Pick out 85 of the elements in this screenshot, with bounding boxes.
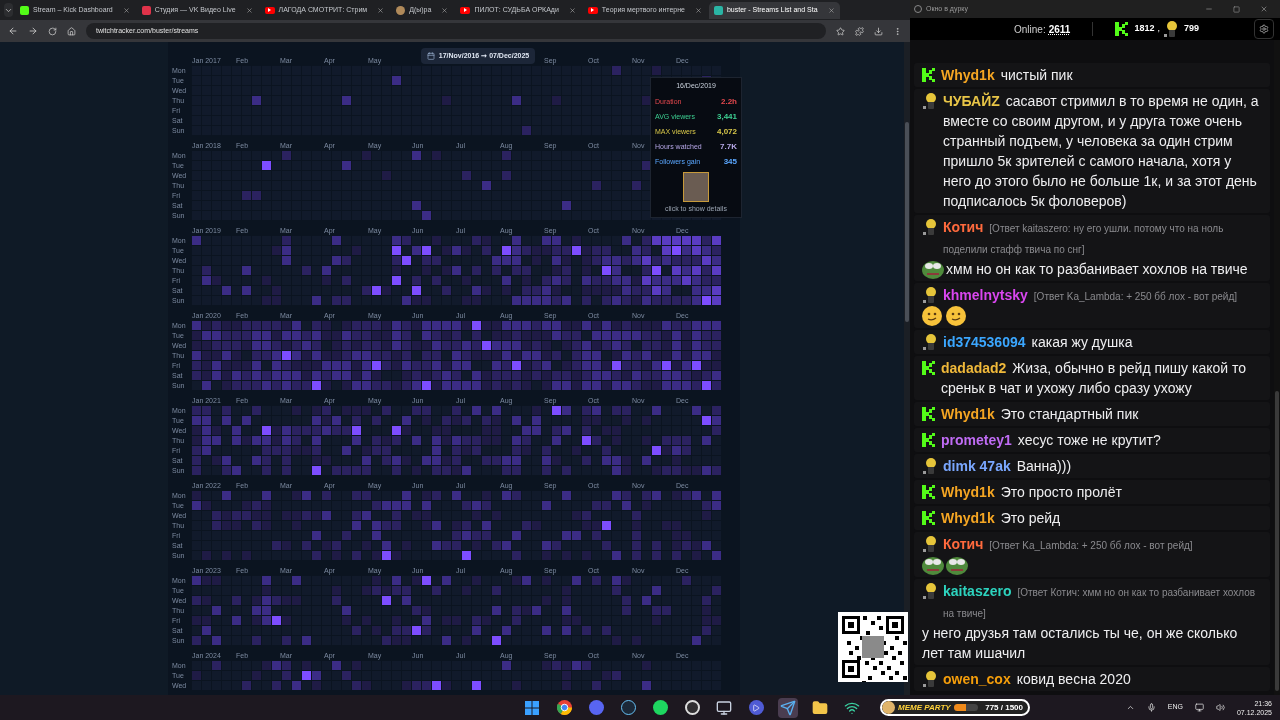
kick-count: 1812 bbox=[1134, 22, 1155, 36]
close-icon[interactable] bbox=[441, 6, 449, 14]
calendar-icon bbox=[426, 52, 435, 60]
stat-value: 4,072 bbox=[716, 126, 737, 138]
message-text: dadadad2 Жиза, обычно в рейд пишу какой то среньк в чат и ухожу либо сразу ухожу bbox=[941, 359, 1247, 398]
meme-party-widget[interactable]: MEME PARTY 775 / 1500 bbox=[880, 699, 1030, 716]
online-label: Online: bbox=[1014, 22, 1046, 37]
message-text: owen_cox ковид весна 2020 bbox=[943, 670, 1132, 689]
frog-emote-icon bbox=[946, 555, 968, 575]
reply-header: khmelnytsky [Ответ Ka_Lambda: + 250 бб лох - вот рейд] bbox=[943, 286, 1239, 305]
smirk-emoji-icon bbox=[922, 306, 942, 326]
play-logo-icon bbox=[587, 6, 598, 14]
reply-header: kaitaszero [Ответ Котич: хмм но он как то разбанивает хохлов на твиче] bbox=[943, 582, 1257, 621]
reload-icon[interactable] bbox=[48, 26, 57, 36]
settings-button[interactable] bbox=[1254, 19, 1274, 39]
figure-badge-icon bbox=[922, 93, 938, 109]
dog-avatar-icon bbox=[882, 701, 895, 714]
vk-logo-icon bbox=[141, 5, 151, 15]
message-text: у него друзья там остались ты че, он же сколько лет там ишачил bbox=[922, 624, 1239, 663]
play-logo-icon bbox=[460, 6, 471, 14]
chevron-up-icon[interactable] bbox=[1125, 703, 1135, 712]
back-icon[interactable] bbox=[8, 26, 18, 36]
figure-badge-icon bbox=[922, 583, 938, 599]
message-text: prometey1 хесус тоже не крутит? bbox=[941, 431, 1162, 450]
stat-value: 7.7K bbox=[720, 141, 737, 153]
volume-icon[interactable] bbox=[1215, 703, 1225, 712]
qr-code-drawing bbox=[838, 612, 908, 682]
figure-badge-icon bbox=[922, 671, 938, 687]
kick-badge-icon bbox=[922, 361, 935, 375]
stat-value: 345 bbox=[723, 156, 737, 168]
message-text: Whyd1k чистый пик bbox=[941, 66, 1074, 85]
widget-count: 775 / 1500 bbox=[985, 701, 1023, 714]
avatar-icon bbox=[396, 5, 406, 15]
close-icon[interactable] bbox=[568, 6, 576, 14]
home-icon[interactable] bbox=[67, 26, 76, 36]
close-icon[interactable] bbox=[694, 6, 702, 14]
tab-search-button[interactable] bbox=[4, 3, 13, 17]
forward-icon[interactable] bbox=[28, 26, 38, 36]
frog-emote-icon bbox=[922, 259, 944, 279]
play-logo-icon bbox=[264, 6, 275, 14]
viewer-count: 799 bbox=[1183, 22, 1199, 36]
reply-header: Котич [Ответ kaitaszero: ну его ушли. потому что на ноль поделили стафф твича по снг] bbox=[943, 218, 1225, 257]
menu-icon[interactable] bbox=[893, 26, 902, 36]
smirk-emoji-icon bbox=[946, 306, 966, 326]
message-text: Whyd1k Это стандартный пик bbox=[941, 405, 1140, 424]
maximize-icon[interactable] bbox=[1233, 5, 1240, 13]
kick-badge-icon bbox=[922, 433, 935, 447]
stat-value: 3,441 bbox=[716, 111, 737, 123]
kick-badge-icon bbox=[922, 68, 935, 82]
figure-badge-icon bbox=[922, 287, 938, 303]
microphone-icon[interactable] bbox=[1146, 703, 1156, 712]
download-icon[interactable] bbox=[874, 26, 883, 36]
close-icon[interactable] bbox=[377, 6, 385, 14]
game-cover-placeholder bbox=[683, 171, 709, 202]
message-text: id374536094 какая жу душка bbox=[943, 333, 1134, 352]
separator-text: , bbox=[1157, 22, 1160, 36]
figure-badge-icon bbox=[922, 219, 938, 235]
figure-badge-icon bbox=[922, 536, 938, 552]
kick-logo-icon bbox=[20, 5, 29, 15]
figure-badge-icon bbox=[922, 334, 938, 350]
extensions-icon[interactable] bbox=[855, 26, 864, 36]
settings-icon bbox=[1259, 24, 1269, 34]
online-count: 2611 bbox=[1048, 22, 1071, 37]
close-icon[interactable] bbox=[245, 6, 253, 14]
kick-badge-icon bbox=[922, 407, 935, 421]
widget-title: MEME PARTY bbox=[898, 701, 951, 714]
stat-value: 2.2h bbox=[721, 96, 737, 108]
tracker-logo-icon bbox=[713, 5, 723, 15]
close-icon[interactable] bbox=[1260, 5, 1268, 13]
message-text: ЧУБАЙZ сасавот стримил в то время не один, а вместе со своим другом, и у друга тоже очень странный подъем, у человека за один стрим пришло 5к зрителей с самого начала, хотя у него до этого было не больше 1к, и за этот день подписалось 5к фоловеров) bbox=[943, 91, 1260, 211]
close-icon[interactable] bbox=[122, 6, 130, 14]
figure-badge-icon bbox=[1162, 21, 1179, 37]
kick-badge-icon bbox=[1115, 22, 1129, 36]
reply-header: Котич [Ответ Ka_Lambda: + 250 бб лох - вот рейд] bbox=[943, 535, 1194, 554]
kick-badge-icon bbox=[922, 511, 935, 525]
frog-emote-icon bbox=[922, 555, 944, 575]
figure-badge-icon bbox=[922, 458, 938, 474]
bookmark-star-icon[interactable] bbox=[836, 26, 845, 36]
message-text: Whyd1k Это просто пролёт bbox=[941, 483, 1123, 502]
scrollbar[interactable] bbox=[904, 42, 910, 695]
message-text: хмм но он как то разбанивает хохлов на твиче bbox=[946, 260, 1249, 279]
kick-badge-icon bbox=[922, 485, 935, 499]
message-text: Whyd1k Это рейд bbox=[941, 509, 1062, 528]
close-icon[interactable] bbox=[827, 6, 835, 14]
message-text: dimk 47ak Ванна))) bbox=[943, 457, 1073, 476]
